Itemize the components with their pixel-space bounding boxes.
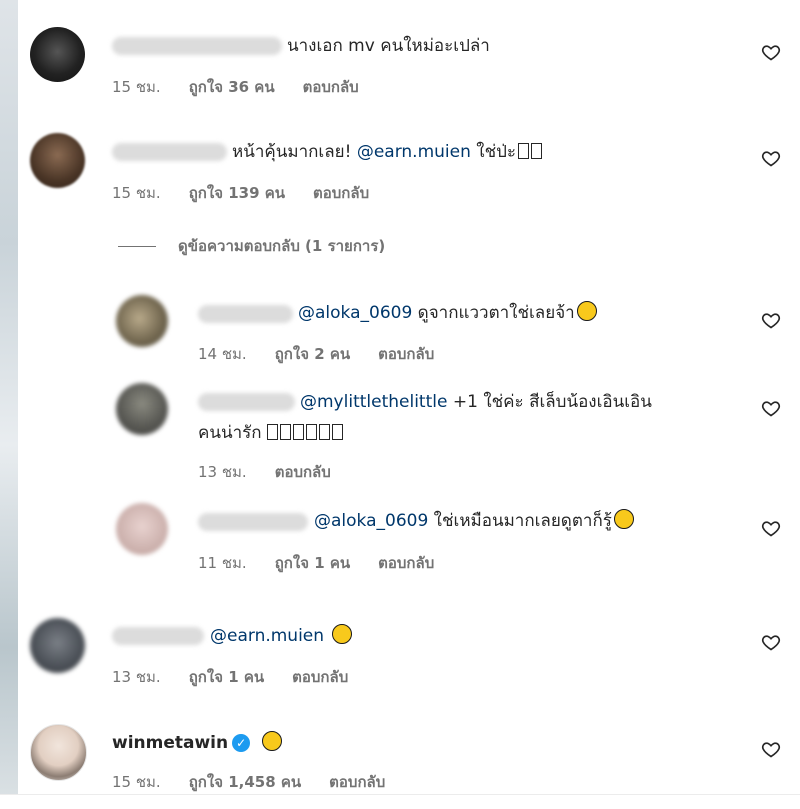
reply-text: @mylittlethelittle +1 ใช่ค่ะ สีเล็บน้องเ… — [300, 390, 652, 414]
unsupported-glyph — [319, 424, 330, 440]
comment-time: 15 ชม. — [112, 184, 161, 202]
bottom-edge — [0, 794, 800, 809]
reply-button[interactable]: ตอบกลับ — [329, 770, 385, 794]
divider — [118, 245, 156, 247]
username-blurred[interactable] — [198, 393, 295, 411]
comment-time: 13 ชม. — [112, 668, 161, 686]
heart-icon[interactable] — [761, 739, 781, 759]
unsupported-glyph — [267, 424, 278, 440]
mention-link[interactable]: @earn.muien — [357, 142, 471, 162]
heart-icon[interactable] — [761, 310, 781, 330]
avatar[interactable] — [116, 383, 168, 435]
reply-button[interactable]: ตอบกลับ — [378, 342, 434, 366]
heart-eyes-emoji-icon — [576, 301, 597, 321]
like-count[interactable]: ถูกใจ 1 คน — [189, 665, 264, 689]
mention-link[interactable]: @aloka_0609 — [298, 303, 412, 323]
unsupported-glyph — [293, 424, 304, 440]
comment-meta: 15 ชม. ถูกใจ 36 คน ตอบกลับ — [112, 75, 359, 99]
like-count[interactable]: ถูกใจ 1,458 คน — [189, 770, 301, 794]
background-image-edge — [0, 0, 18, 809]
comment-meta: 13 ชม. ถูกใจ 1 คน ตอบกลับ — [112, 665, 348, 689]
comment-meta: 15 ชม. ถูกใจ 139 คน ตอบกลับ — [112, 181, 369, 205]
avatar[interactable] — [30, 618, 85, 673]
reply-text-part: ใช่เหมือนมากเลยดูตาก็รู้ — [428, 511, 612, 531]
reply-time: 13 ชม. — [198, 463, 247, 481]
unsupported-glyph — [306, 424, 317, 440]
username-blurred[interactable] — [112, 627, 204, 645]
reply-time: 11 ชม. — [198, 554, 247, 572]
comment-text: @earn.muien — [210, 624, 353, 648]
reply-meta: 11 ชม. ถูกใจ 1 คน ตอบกลับ — [198, 551, 434, 575]
heart-icon[interactable] — [761, 632, 781, 652]
heart-eyes-emoji-icon — [332, 624, 353, 644]
heart-icon[interactable] — [761, 42, 781, 62]
unsupported-glyph — [332, 424, 343, 440]
comment-text-part: หน้าคุ้นมากเลย! — [232, 142, 357, 162]
username-blurred[interactable] — [112, 37, 282, 55]
verified-badge-icon: ✓ — [232, 734, 251, 752]
avatar[interactable] — [30, 27, 85, 82]
surprised-emoji-icon — [613, 509, 634, 529]
reply-meta: 14 ชม. ถูกใจ 2 คน ตอบกลับ — [198, 342, 434, 366]
comment-header: winmetawin ✓ — [112, 731, 283, 755]
reply-button[interactable]: ตอบกลับ — [303, 75, 359, 99]
heart-icon[interactable] — [761, 518, 781, 538]
username-blurred[interactable] — [198, 305, 293, 323]
heart-icon[interactable] — [761, 398, 781, 418]
mention-link[interactable]: @mylittlethelittle — [300, 392, 447, 412]
reply-text: @aloka_0609 ใช่เหมือนมากเลยดูตาก็รู้ — [314, 509, 634, 533]
avatar[interactable] — [30, 133, 85, 188]
comment-text-part: ใช่ป่ะ — [470, 142, 517, 162]
reply-button[interactable]: ตอบกลับ — [313, 181, 369, 205]
reply-button[interactable]: ตอบกลับ — [275, 460, 331, 484]
username-blurred[interactable] — [198, 513, 308, 531]
avatar[interactable] — [30, 724, 87, 781]
comment-text: นางเอก mv คนใหม่อะเปล่า — [287, 36, 490, 56]
avatar[interactable] — [116, 295, 168, 347]
unsupported-glyph — [280, 424, 291, 440]
comment-time: 15 ชม. — [112, 78, 161, 96]
reply-text-line2: คนน่ารัก — [198, 421, 345, 445]
like-count[interactable]: ถูกใจ 2 คน — [275, 342, 350, 366]
like-count[interactable]: ถูกใจ 36 คน — [189, 75, 275, 99]
comment-meta: 15 ชม. ถูกใจ 1,458 คน ตอบกลับ — [112, 770, 385, 794]
reply-time: 14 ชม. — [198, 345, 247, 363]
reply-text-part: +1 ใช่ค่ะ สีเล็บน้องเอินเอิน — [447, 392, 652, 412]
like-count[interactable]: ถูกใจ 1 คน — [275, 551, 350, 575]
reply-text: @aloka_0609 ดูจากแววตาใช่เลยจ้า — [298, 301, 597, 325]
username[interactable]: winmetawin — [112, 733, 228, 753]
like-count[interactable]: ถูกใจ 139 คน — [189, 181, 285, 205]
view-replies-toggle[interactable]: ดูข้อความตอบกลับ (1 รายการ) — [118, 234, 385, 258]
username-blurred[interactable] — [112, 143, 227, 161]
mention-link[interactable]: @earn.muien — [210, 626, 324, 646]
mention-link[interactable]: @aloka_0609 — [314, 511, 428, 531]
reply-button[interactable]: ตอบกลับ — [292, 665, 348, 689]
comment-text: หน้าคุ้นมากเลย! @earn.muien ใช่ป่ะ — [232, 140, 544, 164]
comment-time: 15 ชม. — [112, 773, 161, 791]
reply-text-part: คนน่ารัก — [198, 423, 267, 443]
unsupported-glyph — [531, 143, 543, 159]
reply-button[interactable]: ตอบกลับ — [378, 551, 434, 575]
unsupported-glyph — [518, 143, 530, 159]
heart-icon[interactable] — [761, 148, 781, 168]
avatar[interactable] — [116, 503, 168, 555]
surprised-emoji-icon — [262, 731, 283, 751]
reply-text-part: ดูจากแววตาใช่เลยจ้า — [412, 303, 575, 323]
view-replies-label: ดูข้อความตอบกลับ (1 รายการ) — [178, 237, 386, 255]
reply-meta: 13 ชม. ตอบกลับ — [198, 460, 331, 484]
